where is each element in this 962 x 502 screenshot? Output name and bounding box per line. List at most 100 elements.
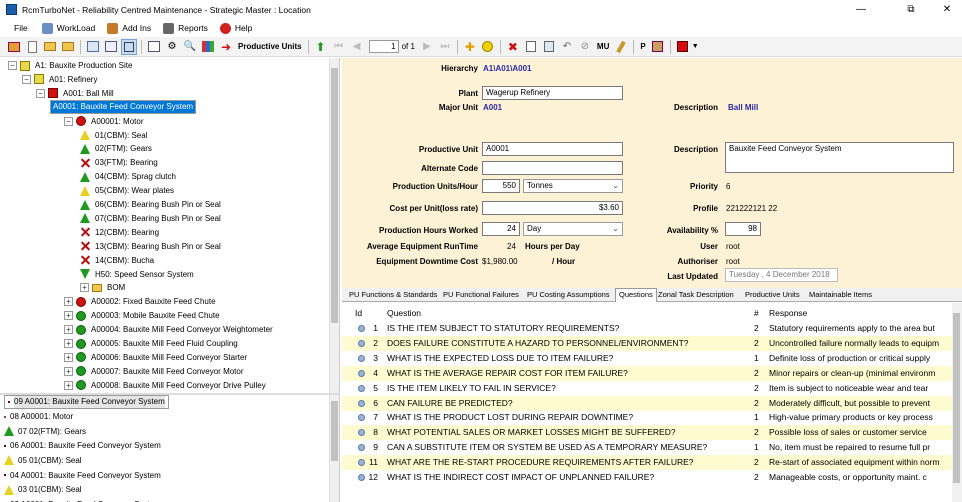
collapse-icon[interactable]: − <box>64 116 73 126</box>
table-row[interactable]: 9 CAN A SUBSTITUTE ITEM OR SYSTEM BE USED… <box>342 440 952 455</box>
alternate-code-input[interactable] <box>482 161 623 175</box>
paste-icon[interactable] <box>541 39 557 55</box>
tree-scrollbar[interactable] <box>329 58 339 393</box>
stamp-icon[interactable] <box>650 39 666 55</box>
next-record-icon[interactable]: ▶ <box>419 39 435 55</box>
table-row[interactable]: 6 CAN FAILURE BE PREDICTED? 2 Moderately di… <box>342 395 952 411</box>
tree-node[interactable]: + A00008: Bauxite Mill Feed Conveyor Driv… <box>64 379 268 392</box>
close-button[interactable]: ✕ <box>932 0 962 19</box>
history-item[interactable]: 02 A0001: Bauxite Feed Conveyor System <box>4 497 161 502</box>
tab-productive-units[interactable]: Productive Units <box>742 289 803 302</box>
tree-node[interactable]: + A00003: Mobile Bauxite Feed Chute <box>64 309 222 322</box>
expand-icon[interactable]: + <box>64 366 73 376</box>
tree-node[interactable]: 13(CBM): Bearing Bush Pin or Seal <box>80 240 223 253</box>
table-icon[interactable] <box>146 39 162 55</box>
expand-icon[interactable]: + <box>64 352 73 362</box>
add-plus-icon[interactable]: ✚ <box>462 39 478 55</box>
expand-icon[interactable]: + <box>80 283 89 293</box>
tree-node[interactable]: + A00004: Bauxite Mill Feed Conveyor Weig… <box>64 323 275 336</box>
tab-zonal-task-description[interactable]: Zonal Task Description <box>655 289 737 302</box>
books-icon[interactable] <box>200 39 216 55</box>
scrollbar-thumb[interactable] <box>953 313 960 483</box>
cost-per-unit-input[interactable]: $3.60 <box>482 201 623 215</box>
tree-node[interactable]: − A00001: Motor <box>64 115 145 128</box>
expand-icon[interactable]: + <box>64 311 73 321</box>
tree-node[interactable]: − A1: Bauxite Production Site <box>8 59 134 72</box>
pu-description-input[interactable]: Bauxite Feed Conveyor System <box>725 142 954 173</box>
table-row[interactable]: 7 WHAT IS THE PRODUCT LOST DURING REPAIR … <box>342 410 952 425</box>
column-id[interactable]: Id <box>355 306 362 320</box>
tree-node[interactable]: 05(CBM): Wear plates <box>80 184 176 197</box>
tab-maintainable-items[interactable]: Maintainable Items <box>806 289 875 302</box>
tree-node[interactable]: + A00007: Bauxite Mill Feed Conveyor Moto… <box>64 365 246 378</box>
tree-node[interactable]: + A00006: Bauxite Mill Feed Conveyor Star… <box>64 351 249 364</box>
first-record-icon[interactable]: ⏮ <box>331 39 347 55</box>
tab-pu-functions-standards[interactable]: PU Functions & Standards <box>346 289 440 302</box>
collapse-icon[interactable]: − <box>8 61 17 70</box>
plant-input[interactable]: Wagerup Refinery <box>482 86 623 100</box>
minimize-button[interactable]: — <box>846 0 876 19</box>
arrow-up-icon[interactable]: ⬆ <box>313 39 329 55</box>
expand-icon[interactable]: + <box>64 339 73 348</box>
history-scrollbar[interactable] <box>329 395 339 502</box>
page-number-input[interactable]: 1 <box>368 40 399 53</box>
production-hours-uom-select[interactable]: Day ⌄ <box>523 222 623 236</box>
tree-node[interactable]: 12(CBM): Bearing <box>80 226 161 239</box>
tree-node[interactable]: + A00002: Fixed Bauxite Feed Chute <box>64 295 218 308</box>
tree-node[interactable]: 14(CBM): Bucha <box>80 254 156 267</box>
column-number[interactable]: # <box>754 306 759 320</box>
p-button[interactable]: P <box>640 42 645 51</box>
tree-node[interactable]: H50: Speed Sensor System <box>80 268 196 281</box>
grid-view-icon[interactable] <box>85 39 101 55</box>
tree-node[interactable]: 03(FTM): Bearing <box>80 156 160 169</box>
delete-x-icon[interactable]: ✖ <box>505 39 521 55</box>
table-row[interactable]: 12 WHAT IS THE INDIRECT COST IMPACT OF UN… <box>342 470 952 485</box>
production-hours-input[interactable]: 24 <box>482 222 520 236</box>
history-item[interactable]: 03 01(CBM): Seal <box>4 483 82 497</box>
history-item[interactable]: 06 A0001: Bauxite Feed Conveyor System <box>4 439 161 453</box>
tree-node[interactable]: −A0001: Bauxite Feed Conveyor System <box>50 100 197 115</box>
table-row[interactable]: 4 WHAT IS THE AVERAGE REPAIR COST FOR ITE… <box>342 365 952 381</box>
menu-add-ins[interactable]: Add Ins <box>107 22 151 34</box>
tree-node[interactable]: 06(CBM): Bearing Bush Pin or Seal <box>80 198 223 211</box>
new-document-icon[interactable] <box>24 39 40 55</box>
history-item[interactable]: 08 A00001: Motor <box>4 410 73 424</box>
availability-input[interactable]: 98 <box>725 222 761 236</box>
productive-units-button[interactable]: Productive Units <box>238 42 302 51</box>
productive-unit-input[interactable]: A0001 <box>482 142 623 156</box>
mu-button[interactable]: MU <box>597 42 609 51</box>
expand-icon[interactable]: + <box>64 380 73 390</box>
search-icon[interactable]: 🔍 <box>182 39 198 55</box>
collapse-icon[interactable]: − <box>36 88 45 98</box>
cancel-icon[interactable]: ⊘ <box>577 39 593 55</box>
tree-node[interactable]: − A01: Refinery <box>22 73 99 86</box>
tree-node[interactable]: 04(CBM): Sprag clutch <box>80 170 178 183</box>
table-row[interactable]: 3 WHAT IS THE EXPECTED LOSS DUE TO ITEM F… <box>342 351 952 366</box>
scrollbar-thumb[interactable] <box>331 401 338 461</box>
menu-help[interactable]: Help <box>219 22 252 34</box>
previous-record-icon[interactable]: ◀ <box>349 39 365 55</box>
production-units-input[interactable]: 550 <box>482 179 520 193</box>
arrow-right-icon[interactable]: ➜ <box>218 39 234 55</box>
brush-icon[interactable] <box>613 39 629 55</box>
tab-pu-functional-failures[interactable]: PU Functional Failures <box>440 289 522 302</box>
settings-gear-icon[interactable]: ⚙ <box>164 39 180 55</box>
tree-node[interactable]: 01(CBM): Seal <box>80 129 149 142</box>
history-item[interactable]: 09 A0001: Bauxite Feed Conveyor System <box>4 395 169 409</box>
yellow-circle-icon[interactable] <box>480 39 496 55</box>
table-row[interactable]: 2 DOES FAILURE CONSTITUTE A HAZARD TO PER… <box>342 335 952 351</box>
tree-node[interactable]: 07(CBM): Bearing Bush Pin or Seal <box>80 212 223 225</box>
grid-scrollbar[interactable] <box>952 303 962 502</box>
expand-icon[interactable]: + <box>64 325 73 335</box>
history-item[interactable]: 05 01(CBM): Seal <box>4 453 82 467</box>
menu-file[interactable]: File <box>14 23 28 33</box>
tree-node[interactable]: − A001: Ball Mill <box>36 87 116 100</box>
list-view-icon[interactable] <box>103 39 119 55</box>
last-updated-date[interactable]: Tuesday , 4 December 2018 <box>725 268 838 282</box>
table-row[interactable]: 5 IS THE ITEM LIKELY TO FAIL IN SERVICE? 2… <box>342 381 952 396</box>
tree-view-icon[interactable] <box>121 38 137 55</box>
color-picker-icon[interactable] <box>675 39 691 55</box>
folder-icon[interactable] <box>60 39 76 55</box>
tree-node[interactable]: 02(FTM): Gears <box>80 142 154 155</box>
production-units-uom-select[interactable]: Tonnes ⌄ <box>523 179 623 193</box>
